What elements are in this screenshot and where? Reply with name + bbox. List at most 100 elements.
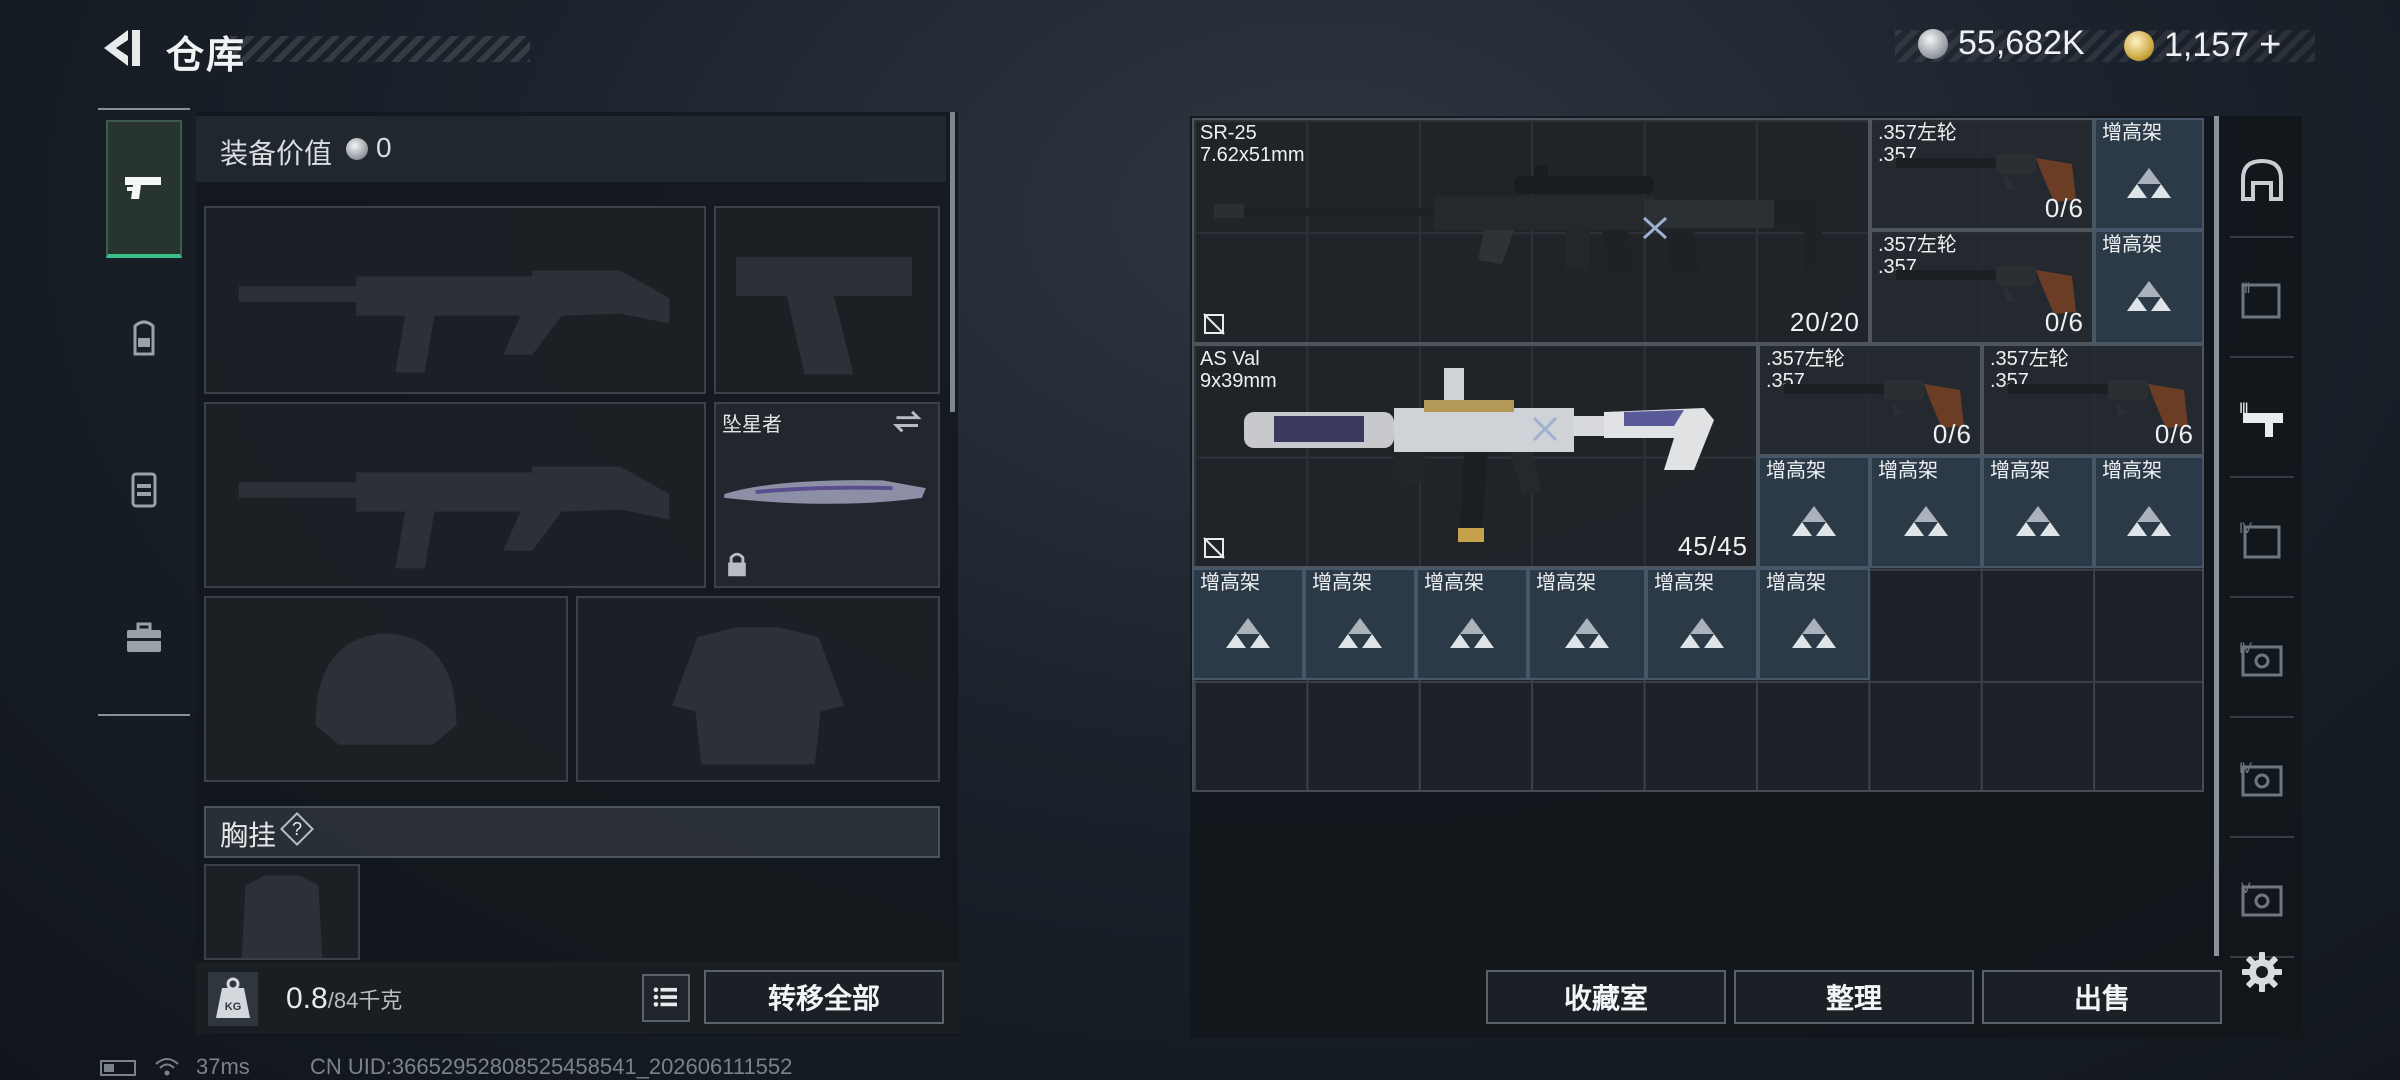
back-arrow-icon[interactable] [100, 26, 142, 70]
sell-button[interactable]: 出售 [1982, 970, 2222, 1024]
storage-item-revolver-3[interactable]: .357左轮 .357 0/6 [1758, 344, 1982, 456]
primary-weapon-slot-2[interactable] [204, 402, 706, 588]
currency-add-button[interactable]: + [2259, 24, 2281, 67]
item-name: 增高架 [1200, 572, 1260, 594]
weight-current: 0.8 [286, 982, 328, 1015]
item-ammo: 0/6 [2044, 307, 2084, 337]
category-tier-3-armor[interactable]: Ⅲ [2230, 244, 2294, 358]
rack-icon [1792, 505, 1836, 536]
svg-text:Ⅳ: Ⅳ [2239, 761, 2252, 777]
rifle-silhouette-icon [238, 466, 670, 569]
storage-item-rack[interactable]: 增高架 [1304, 568, 1416, 680]
item-name: 增高架 [1424, 572, 1484, 594]
helmet-icon [2241, 158, 2283, 201]
item-name: 增高架 [1878, 460, 1938, 482]
storage-item-rack[interactable]: 增高架 [2094, 118, 2204, 230]
help-icon[interactable]: ? [280, 812, 314, 846]
tier-3-armor-icon: Ⅲ [2241, 281, 2281, 319]
storage-item-rack[interactable]: 增高架 [1646, 568, 1758, 680]
item-name: 增高架 [2102, 122, 2162, 144]
tier-5-safe-icon: Ⅴ [2241, 881, 2283, 917]
category-tier-3-weapon[interactable]: Ⅲ [2230, 364, 2294, 478]
no-insure-icon [1203, 313, 1225, 335]
tab-cases[interactable] [106, 570, 182, 708]
transfer-all-button[interactable]: 转移全部 [704, 970, 944, 1024]
storage-item-revolver-4[interactable]: .357左轮 .357 0/6 [1982, 344, 2204, 456]
item-name: 增高架 [1536, 572, 1596, 594]
chest-rig-section [204, 806, 940, 858]
item-name: 增高架 [1766, 460, 1826, 482]
storage-item-rack[interactable]: 增高架 [1870, 456, 1982, 568]
melee-slot[interactable]: 坠星者 [714, 402, 940, 588]
page-title: 仓库 [166, 35, 247, 77]
rack-icon [1792, 617, 1836, 648]
category-all[interactable] [2230, 124, 2294, 238]
currency-silver[interactable]: 55,682K [1918, 24, 2085, 63]
storage-scrollbar[interactable] [2214, 116, 2219, 956]
storage-item-rack[interactable]: 增高架 [1528, 568, 1646, 680]
briefcase-icon [127, 622, 161, 652]
tab-backpack[interactable] [106, 270, 182, 408]
rifle-silhouette-icon [238, 270, 670, 373]
pistol-icon [125, 177, 161, 199]
rack-icon [2127, 280, 2171, 311]
storage-category-rail: Ⅲ Ⅲ Ⅳ Ⅳ Ⅳ Ⅴ [2222, 116, 2302, 1036]
rack-icon [2127, 167, 2171, 198]
item-ammo: 0/6 [2044, 193, 2084, 223]
assault-rifle-icon [1244, 368, 1714, 542]
gear-icon[interactable] [2240, 950, 2284, 994]
body-armor-slot[interactable] [576, 596, 940, 782]
weight-value: 0.8/84千克 [286, 982, 402, 1016]
rack-icon [1450, 617, 1494, 648]
rack-icon [1565, 617, 1609, 648]
list-view-button[interactable] [642, 974, 690, 1022]
title-decoration [230, 36, 530, 62]
storage-item-rack[interactable]: 增高架 [1192, 568, 1304, 680]
storage-item-sr25[interactable]: SR-25 7.62x51mm 20/20 [1192, 118, 1870, 344]
pistol-slot[interactable] [714, 206, 940, 394]
collection-room-button[interactable]: 收藏室 [1486, 970, 1726, 1024]
tab-weapons[interactable] [106, 120, 182, 258]
organize-button[interactable]: 整理 [1734, 970, 1974, 1024]
helmet-slot[interactable] [204, 596, 568, 782]
chest-rig-slot[interactable] [204, 864, 360, 960]
primary-weapon-slot-1[interactable] [204, 206, 706, 394]
currency-gold[interactable]: 1,157 + [2124, 24, 2281, 67]
storage-item-rack[interactable]: 增高架 [2094, 456, 2204, 568]
silver-coin-icon [346, 138, 368, 160]
silver-coin-icon [1918, 28, 1948, 59]
chest-rig-silhouette-icon [241, 875, 323, 958]
storage-item-rack[interactable]: 增高架 [1758, 568, 1870, 680]
no-insure-icon [1203, 537, 1225, 559]
storage-item-rack[interactable]: 增高架 [1416, 568, 1528, 680]
svg-text:Ⅲ: Ⅲ [2239, 401, 2249, 417]
storage-item-rack[interactable]: 增高架 [1758, 456, 1870, 568]
item-name: 增高架 [2102, 460, 2162, 482]
backpack-icon [133, 320, 155, 356]
storage-item-as-val[interactable]: AS Val 9x39mm 45/45 [1192, 344, 1758, 568]
item-ammo: 0/6 [1932, 419, 1972, 449]
gold-coin-icon [2124, 30, 2154, 61]
category-tier-4-case[interactable]: Ⅳ [2230, 484, 2294, 598]
storage-item-revolver-1[interactable]: .357左轮 .357 0/6 [1870, 118, 2094, 230]
weight-max: /84千克 [327, 988, 403, 1013]
category-tier-4-safe-b[interactable]: Ⅳ [2230, 724, 2294, 838]
storage-item-rack[interactable]: 增高架 [1982, 456, 2094, 568]
item-name: 增高架 [1654, 572, 1714, 594]
storage-item-rack[interactable]: 增高架 [2094, 230, 2204, 344]
svg-text:Ⅲ: Ⅲ [2241, 281, 2251, 297]
rack-icon [2127, 505, 2171, 536]
tier-3-weapon-icon: Ⅲ [2239, 401, 2283, 437]
rack-icon [1226, 617, 1270, 648]
chest-rig-label: 胸挂 [220, 820, 277, 851]
rack-icon [1680, 617, 1724, 648]
tab-vest[interactable] [106, 420, 182, 558]
tier-4-safe-icon: Ⅳ [2239, 761, 2283, 797]
equipment-scrollbar[interactable] [950, 112, 955, 412]
item-ammo: 0/6 [2154, 419, 2194, 449]
vest-icon [131, 472, 157, 508]
item-ammo: 45/45 [1677, 531, 1748, 561]
category-tier-5-safe[interactable]: Ⅴ [2230, 844, 2294, 958]
category-tier-4-safe-a[interactable]: Ⅳ [2230, 604, 2294, 718]
storage-item-revolver-2[interactable]: .357左轮 .357 0/6 [1870, 230, 2094, 344]
